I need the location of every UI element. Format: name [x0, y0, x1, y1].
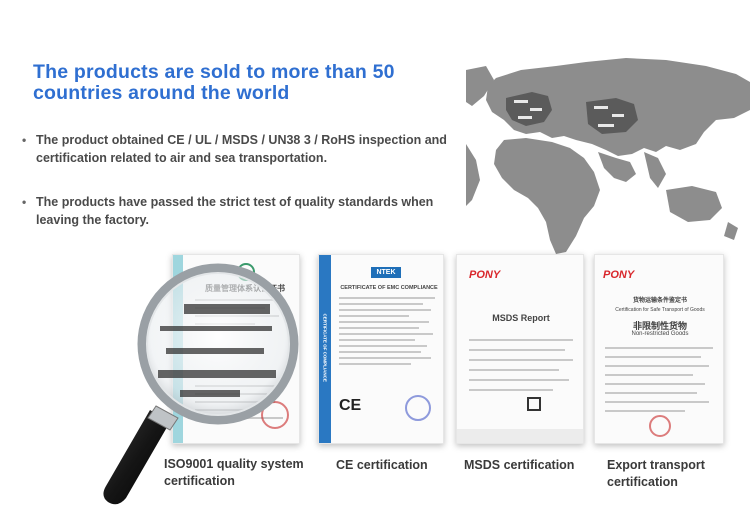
- ce-certificate: CERTIFICATE OF COMPLIANCE NTEK CERTIFICA…: [318, 254, 444, 444]
- ce-caption: CE certification: [336, 458, 428, 472]
- certificate-title: MSDS Report: [492, 313, 550, 323]
- bullet-text: The product obtained CE / UL / MSDS / UN…: [36, 133, 447, 165]
- pony-logo: PONY: [469, 269, 501, 281]
- bullet-item: • The products have passed the strict te…: [22, 193, 472, 229]
- certificate-title: CERTIFICATE OF EMC COMPLIANCE: [340, 285, 438, 291]
- bullet-text: The products have passed the strict test…: [36, 195, 434, 227]
- certificate-subtitle: Certification for Safe Transport of Good…: [615, 307, 705, 313]
- certificate-heading-en: Non-restricted Goods: [631, 331, 689, 337]
- bullet-dot-icon: •: [22, 133, 27, 147]
- certificate-footer: [457, 429, 583, 443]
- bullet-dot-icon: •: [22, 195, 27, 209]
- ce-mark-icon: CE: [339, 397, 362, 414]
- certificate-title: 货物运输条件鉴定书: [632, 298, 687, 304]
- red-stamp: [649, 415, 671, 437]
- world-map-icon: [466, 58, 750, 254]
- transport-caption: Export transport certification: [607, 458, 705, 489]
- side-label: CERTIFICATE OF COMPLIANCE: [322, 313, 328, 382]
- msds-certificate: PONY MSDS Report: [456, 254, 584, 444]
- msds-caption: MSDS certification: [464, 458, 575, 472]
- pony-logo: PONY: [603, 269, 635, 281]
- transport-certificate: PONY 货物运输条件鉴定书 Certification for Safe Tr…: [594, 254, 724, 444]
- iso9001-caption: ISO9001 quality system certification: [164, 457, 304, 488]
- blue-stamp: [405, 395, 431, 421]
- qr-code-icon: [527, 397, 541, 411]
- headline: The products are sold to more than 50 co…: [33, 61, 395, 104]
- bullet-item: • The product obtained CE / UL / MSDS / …: [22, 131, 472, 167]
- ntek-logo: NTEK: [371, 267, 401, 278]
